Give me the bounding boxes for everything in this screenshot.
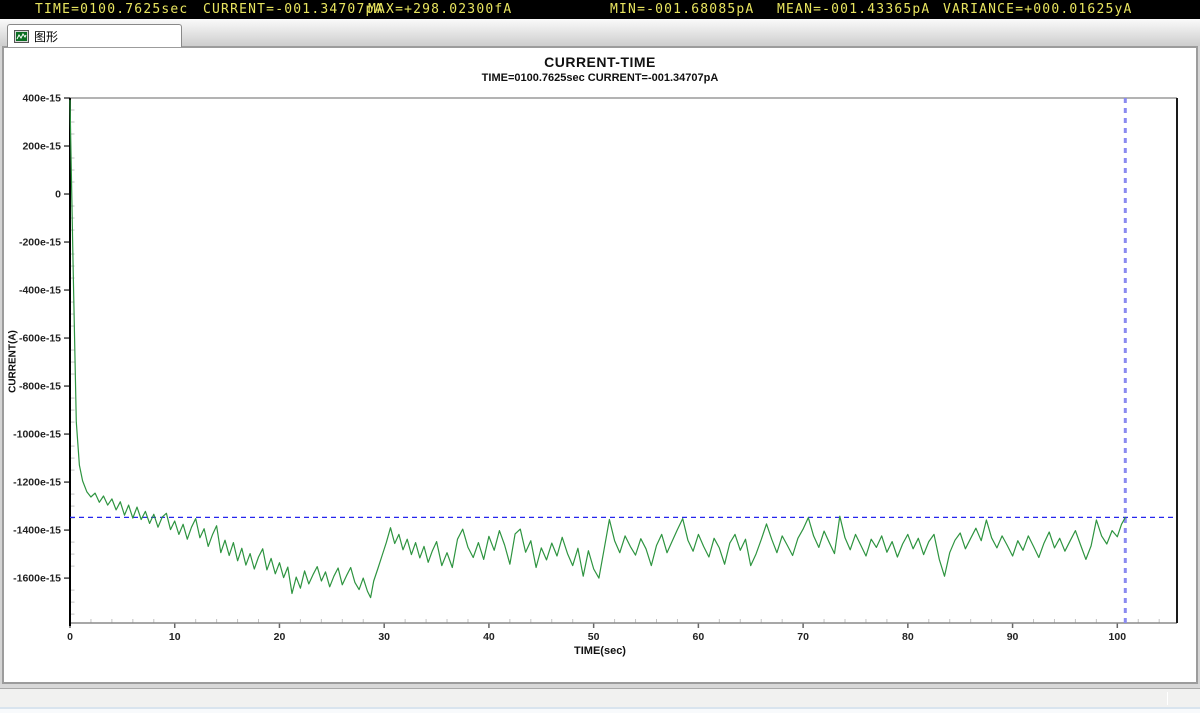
waveform-chart-icon xyxy=(14,30,29,43)
x-tick-label: 80 xyxy=(902,631,914,643)
variance-readout: VARIANCE=+000.01625yA xyxy=(943,2,1133,17)
x-tick-label: 90 xyxy=(1007,631,1019,643)
current-readout: CURRENT=-001.34707pA xyxy=(203,2,384,17)
max-readout: MAX=+298.02300fA xyxy=(368,2,512,17)
y-tick-label: 0 xyxy=(55,189,61,201)
x-tick-label: 100 xyxy=(1109,631,1127,643)
x-tick-label: 30 xyxy=(378,631,390,643)
current-series-line xyxy=(70,100,1125,597)
y-tick-label: -800e-15 xyxy=(19,381,61,393)
mean-readout: MEAN=-001.43365pA xyxy=(777,2,930,17)
x-tick-label: 70 xyxy=(797,631,809,643)
min-readout: MIN=-001.68085pA xyxy=(610,2,754,17)
bottom-bar xyxy=(0,684,1200,713)
y-tick-label: -1200e-15 xyxy=(13,477,61,489)
status-strip-separator xyxy=(1167,692,1168,705)
y-tick-label: 400e-15 xyxy=(22,93,61,105)
tab-graphics-label: 图形 xyxy=(34,28,58,45)
x-tick-label: 10 xyxy=(169,631,181,643)
y-tick-label: -400e-15 xyxy=(19,285,61,297)
y-tick-label: -600e-15 xyxy=(19,333,61,345)
x-tick-label: 50 xyxy=(588,631,600,643)
y-tick-label: 200e-15 xyxy=(22,141,61,153)
tab-bar: 图形 xyxy=(0,19,1200,46)
measurement-app-window: TIME=0100.7625sec CURRENT=-001.34707pA M… xyxy=(0,0,1200,713)
time-readout: TIME=0100.7625sec xyxy=(35,2,188,17)
y-tick-label: -1600e-15 xyxy=(13,573,61,585)
x-tick-label: 60 xyxy=(693,631,705,643)
y-tick-label: -1000e-15 xyxy=(13,429,61,441)
y-tick-label: -200e-15 xyxy=(19,237,61,249)
status-strip xyxy=(0,688,1200,707)
y-tick-label: -1400e-15 xyxy=(13,525,61,537)
x-tick-label: 40 xyxy=(483,631,495,643)
x-tick-label: 0 xyxy=(67,631,73,643)
telemetry-bar: TIME=0100.7625sec CURRENT=-001.34707pA M… xyxy=(0,0,1200,19)
lower-edge-strip xyxy=(0,707,1200,713)
x-tick-label: 20 xyxy=(274,631,286,643)
tab-graphics[interactable]: 图形 xyxy=(7,24,182,47)
chart-panel: CURRENT-TIME TIME=0100.7625sec CURRENT=-… xyxy=(2,46,1198,684)
current-time-plot[interactable]: 0 10 20 30 40 50 60 70 80 90 100 400e-15 200e-15 0 -20… xyxy=(4,48,1196,682)
